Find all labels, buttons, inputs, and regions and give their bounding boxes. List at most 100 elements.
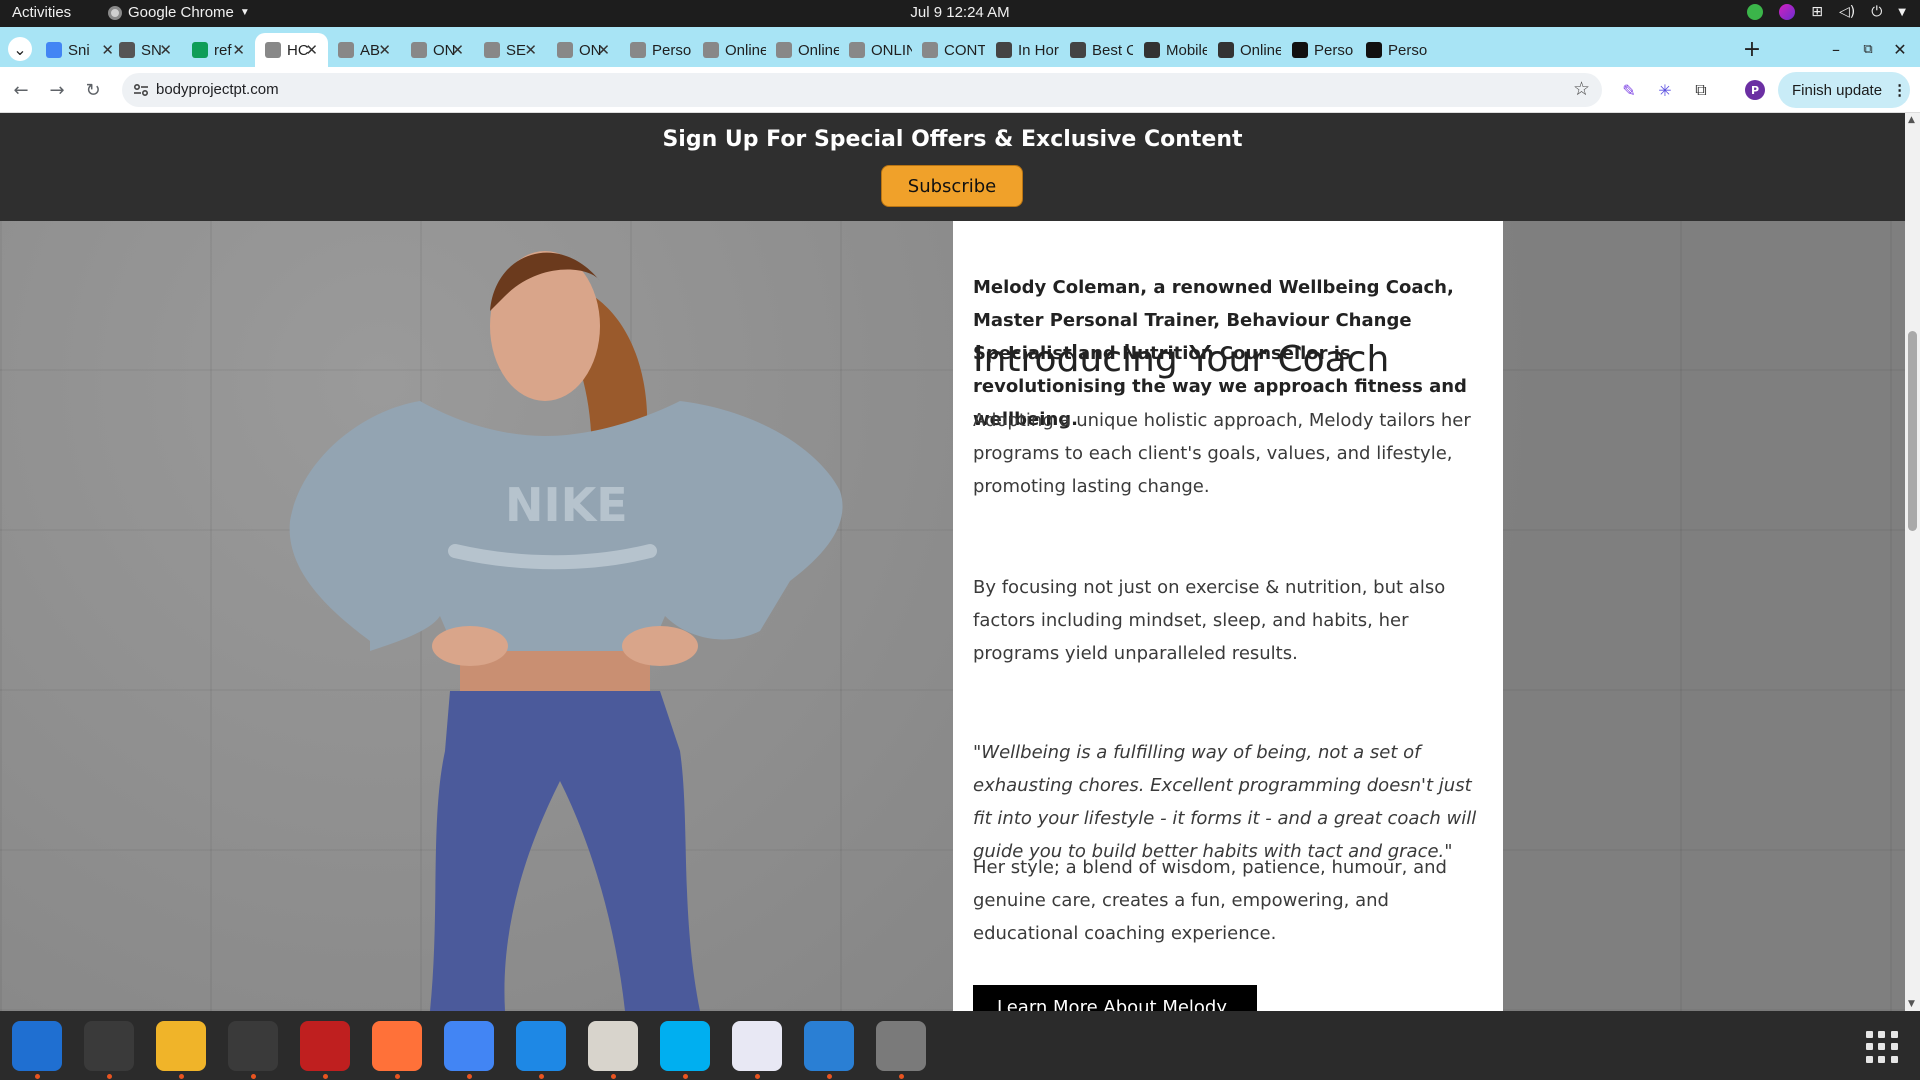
style-paragraph: Her style; a blend of wisdom, patience, … [973, 857, 1447, 944]
thunderbird-app[interactable] [12, 1021, 62, 1071]
activities-button[interactable]: Activities [12, 4, 71, 21]
scroll-thumb[interactable] [1908, 331, 1917, 531]
browser-tab[interactable]: In Hor [986, 33, 1059, 67]
back-button[interactable]: ← [8, 77, 34, 103]
color-picker-icon[interactable] [1779, 4, 1796, 20]
site-icon [776, 42, 792, 58]
tab-title: Sni [68, 41, 90, 59]
close-tab-icon[interactable]: ✕ [159, 41, 172, 59]
browser-tab[interactable]: Online [1208, 33, 1281, 67]
filezilla-app[interactable] [300, 1021, 350, 1071]
chrome-icon [108, 5, 122, 20]
close-window-button[interactable]: ✕ [1888, 37, 1912, 61]
chevron-down-icon[interactable]: ▼ [1898, 7, 1906, 18]
text-editor-app[interactable] [732, 1021, 782, 1071]
finish-update-button[interactable]: Finish update ⋮ [1778, 72, 1910, 108]
tab-title: Best C [1092, 41, 1133, 59]
clock[interactable]: Jul 9 12:24 AM [0, 4, 1920, 21]
close-tab-icon[interactable]: ✕ [305, 41, 318, 59]
extensions-puzzle-icon[interactable]: ⧉ [1690, 79, 1712, 101]
forward-button[interactable]: → [44, 77, 70, 103]
site-icon [557, 42, 573, 58]
browser-tab[interactable]: ON ✕ [401, 33, 474, 67]
system-monitor-app[interactable] [228, 1021, 278, 1071]
browser-tab[interactable]: CONT [912, 33, 985, 67]
close-tab-icon[interactable]: ✕ [451, 41, 464, 59]
update-check-icon[interactable] [1747, 4, 1764, 20]
skype-app[interactable] [660, 1021, 710, 1071]
page-scrollbar[interactable]: ▲ ▼ [1905, 113, 1920, 1011]
site-icon [338, 42, 354, 58]
more-menu-icon[interactable]: ⋮ [1892, 81, 1907, 99]
terminal-app[interactable] [84, 1021, 134, 1071]
close-tab-icon[interactable]: ✕ [597, 41, 610, 59]
bookmark-star-icon[interactable]: ☆ [1573, 78, 1590, 100]
tab-search-button[interactable]: ⌄ [8, 37, 32, 61]
app-menu[interactable]: Google Chrome ▼ [108, 4, 250, 21]
files-app[interactable] [588, 1021, 638, 1071]
scroll-down-icon[interactable]: ▼ [1908, 999, 1915, 1009]
url-text[interactable]: bodyprojectpt.com [156, 81, 279, 98]
browser-tab[interactable]: SN ✕ [109, 33, 182, 67]
site-info-icon[interactable] [132, 81, 150, 99]
volume-icon[interactable]: ◁) [1839, 4, 1855, 20]
browser-tab[interactable]: ON ✕ [547, 33, 620, 67]
profile-avatar[interactable]: P [1745, 80, 1765, 100]
browser-tab[interactable]: HC ✕ [255, 33, 328, 67]
pen-extension-icon[interactable]: ✎ [1618, 79, 1640, 101]
browser-tab[interactable]: Perso [1282, 33, 1355, 67]
firefox-app[interactable] [372, 1021, 422, 1071]
tab-title: Mobile [1166, 41, 1207, 59]
running-indicator [539, 1074, 544, 1079]
maximize-button[interactable]: ⧉ [1856, 37, 1880, 61]
running-indicator [755, 1074, 760, 1079]
app-menu-label: Google Chrome [128, 4, 234, 21]
close-tab-icon[interactable]: ✕ [232, 41, 245, 59]
network-icon[interactable]: ⊞ [1811, 4, 1823, 20]
calculator-app[interactable] [156, 1021, 206, 1071]
new-tab-button[interactable]: + [1740, 37, 1764, 62]
scroll-up-icon[interactable]: ▲ [1908, 115, 1915, 125]
gear-extension-icon[interactable]: ✳ [1654, 79, 1676, 101]
close-tab-icon[interactable]: ✕ [378, 41, 391, 59]
running-indicator [35, 1074, 40, 1079]
site-icon [484, 42, 500, 58]
minimize-button[interactable]: – [1824, 37, 1848, 61]
browser-tab[interactable]: Best C [1060, 33, 1133, 67]
browser-tab[interactable]: AB ✕ [328, 33, 401, 67]
tab-title: Perso [652, 41, 692, 59]
site-icon [703, 42, 719, 58]
fs-icon [1292, 42, 1308, 58]
vscode-app[interactable] [516, 1021, 566, 1071]
browser-tab[interactable]: Perso [1356, 33, 1429, 67]
tab-title: SE [506, 41, 527, 59]
browser-toolbar: ← → ↻ bodyprojectpt.com ☆ ✎ ✳ ⧉ P Finish… [0, 67, 1920, 113]
show-apps-grid-icon[interactable] [1866, 1031, 1898, 1063]
tab-title: AB [360, 41, 381, 59]
tab-title: Online [1240, 41, 1281, 59]
reload-button[interactable]: ↻ [80, 77, 106, 103]
running-indicator [395, 1074, 400, 1079]
browser-tab[interactable]: Perso [620, 33, 693, 67]
browser-tab[interactable]: ref ✕ [182, 33, 255, 67]
chrome-app[interactable] [444, 1021, 494, 1071]
subscribe-button[interactable]: Subscribe [881, 165, 1023, 207]
power-icon[interactable]: ⏻ [1871, 4, 1882, 20]
banner-heading: Sign Up For Special Offers & Exclusive C… [662, 127, 1243, 152]
tab-title: ONLIN [871, 41, 912, 59]
address-bar[interactable]: bodyprojectpt.com ☆ [122, 73, 1602, 107]
coach-photo: NIKE [289, 251, 843, 1011]
browser-tab[interactable]: Online [766, 33, 839, 67]
mountain-icon [1218, 42, 1234, 58]
close-tab-icon[interactable]: ✕ [524, 41, 537, 59]
browser-tab[interactable]: Mobile [1134, 33, 1207, 67]
browser-tab[interactable]: Online [693, 33, 766, 67]
system-tray[interactable]: ⊞ ◁) ⏻ ▼ [1747, 4, 1906, 20]
browser-tab[interactable]: ONLIN [839, 33, 912, 67]
browser-tab[interactable]: SE ✕ [474, 33, 547, 67]
focus-paragraph: By focusing not just on exercise & nutri… [973, 577, 1446, 664]
writer-app[interactable] [804, 1021, 854, 1071]
learn-more-button[interactable]: Learn More About Melody [973, 985, 1257, 1011]
tab-title: Online [798, 41, 839, 59]
disks-app[interactable] [876, 1021, 926, 1071]
